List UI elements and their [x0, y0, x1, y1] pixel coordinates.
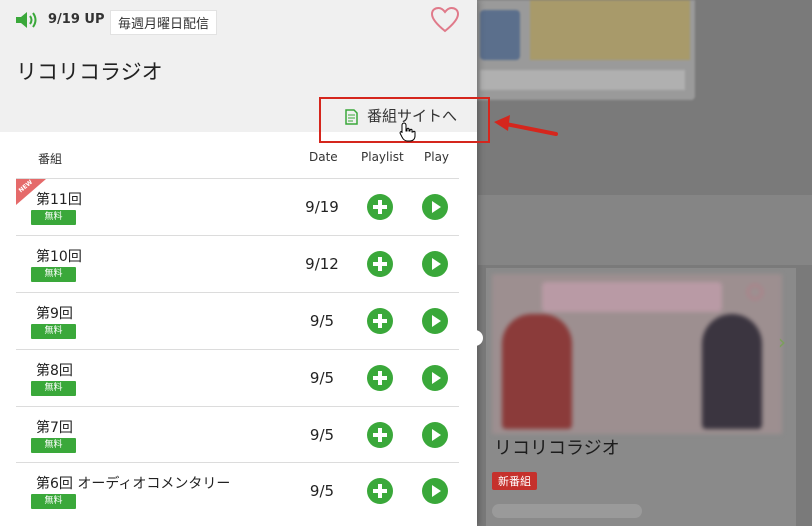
table-row: 第8回 無料 9/5: [16, 349, 459, 406]
background-gap: [478, 195, 812, 265]
program-title: リコリコラジオ: [16, 60, 163, 84]
play-button[interactable]: [422, 422, 448, 448]
background-card-top: [470, 0, 695, 100]
episode-title[interactable]: 第8回: [36, 360, 73, 380]
free-badge: 無料: [31, 381, 76, 396]
table-row: 第9回 無料 9/5: [16, 292, 459, 349]
background-banner-image: [492, 274, 782, 434]
episode-title[interactable]: 第10回: [36, 246, 82, 266]
table-row: 第6回 オーディオコメンタリー 無料 9/5: [16, 462, 459, 519]
new-ribbon: NEW: [16, 179, 46, 205]
play-button[interactable]: [422, 251, 448, 277]
episode-date: 9/19: [305, 198, 339, 216]
episode-date: 9/5: [309, 482, 335, 500]
episode-date: 9/5: [309, 369, 335, 387]
episode-date: 9/5: [309, 312, 335, 330]
add-to-playlist-button[interactable]: [367, 478, 393, 504]
table-row: 第7回 無料 9/5: [16, 406, 459, 463]
free-badge: 無料: [31, 267, 76, 282]
column-header-program: 番組: [38, 152, 63, 166]
episode-date: 9/5: [309, 426, 335, 444]
cursor-hand-icon: [399, 122, 416, 142]
free-badge: 無料: [31, 494, 76, 509]
schedule-badge: 毎週月曜日配信: [110, 10, 218, 35]
play-button[interactable]: [422, 478, 448, 504]
speaker-icon: [16, 12, 37, 28]
column-header-playlist: Playlist: [361, 150, 404, 164]
table-row: 第10回 無料 9/12: [16, 235, 459, 292]
play-button[interactable]: [422, 365, 448, 391]
add-to-playlist-button[interactable]: [367, 308, 393, 334]
background-program-card[interactable]: リコリコラジオ 新番組: [486, 268, 796, 526]
column-header-play: Play: [424, 150, 450, 164]
episode-date: 9/12: [305, 255, 339, 273]
chevron-right-icon[interactable]: ›: [778, 330, 786, 354]
episode-title[interactable]: 第6回 オーディオコメンタリー: [36, 473, 230, 493]
play-button[interactable]: [422, 308, 448, 334]
background-card-title: リコリコラジオ: [494, 438, 620, 459]
table-row: 第11回 無料 9/19: [16, 178, 459, 235]
add-to-playlist-button[interactable]: [367, 251, 393, 277]
program-panel: 9/19 UP 毎週月曜日配信 リコリコラジオ 番組サイトへ 番組 Date P…: [0, 0, 490, 526]
add-to-playlist-button[interactable]: [367, 194, 393, 220]
column-header-date: Date: [309, 150, 338, 164]
heart-icon[interactable]: [430, 6, 460, 34]
document-icon: [345, 109, 358, 125]
episode-title[interactable]: 第9回: [36, 303, 73, 323]
free-badge: 無料: [31, 324, 76, 339]
add-to-playlist-button[interactable]: [367, 422, 393, 448]
background-card-badge: 新番組: [492, 472, 537, 490]
background-card-line: [492, 504, 642, 518]
free-badge: 無料: [31, 438, 76, 453]
play-button[interactable]: [422, 194, 448, 220]
free-badge: 無料: [31, 210, 76, 225]
episode-title[interactable]: 第7回: [36, 417, 73, 437]
add-to-playlist-button[interactable]: [367, 365, 393, 391]
update-date: 9/19 UP: [48, 12, 105, 27]
arrow-left-icon: [494, 115, 558, 136]
